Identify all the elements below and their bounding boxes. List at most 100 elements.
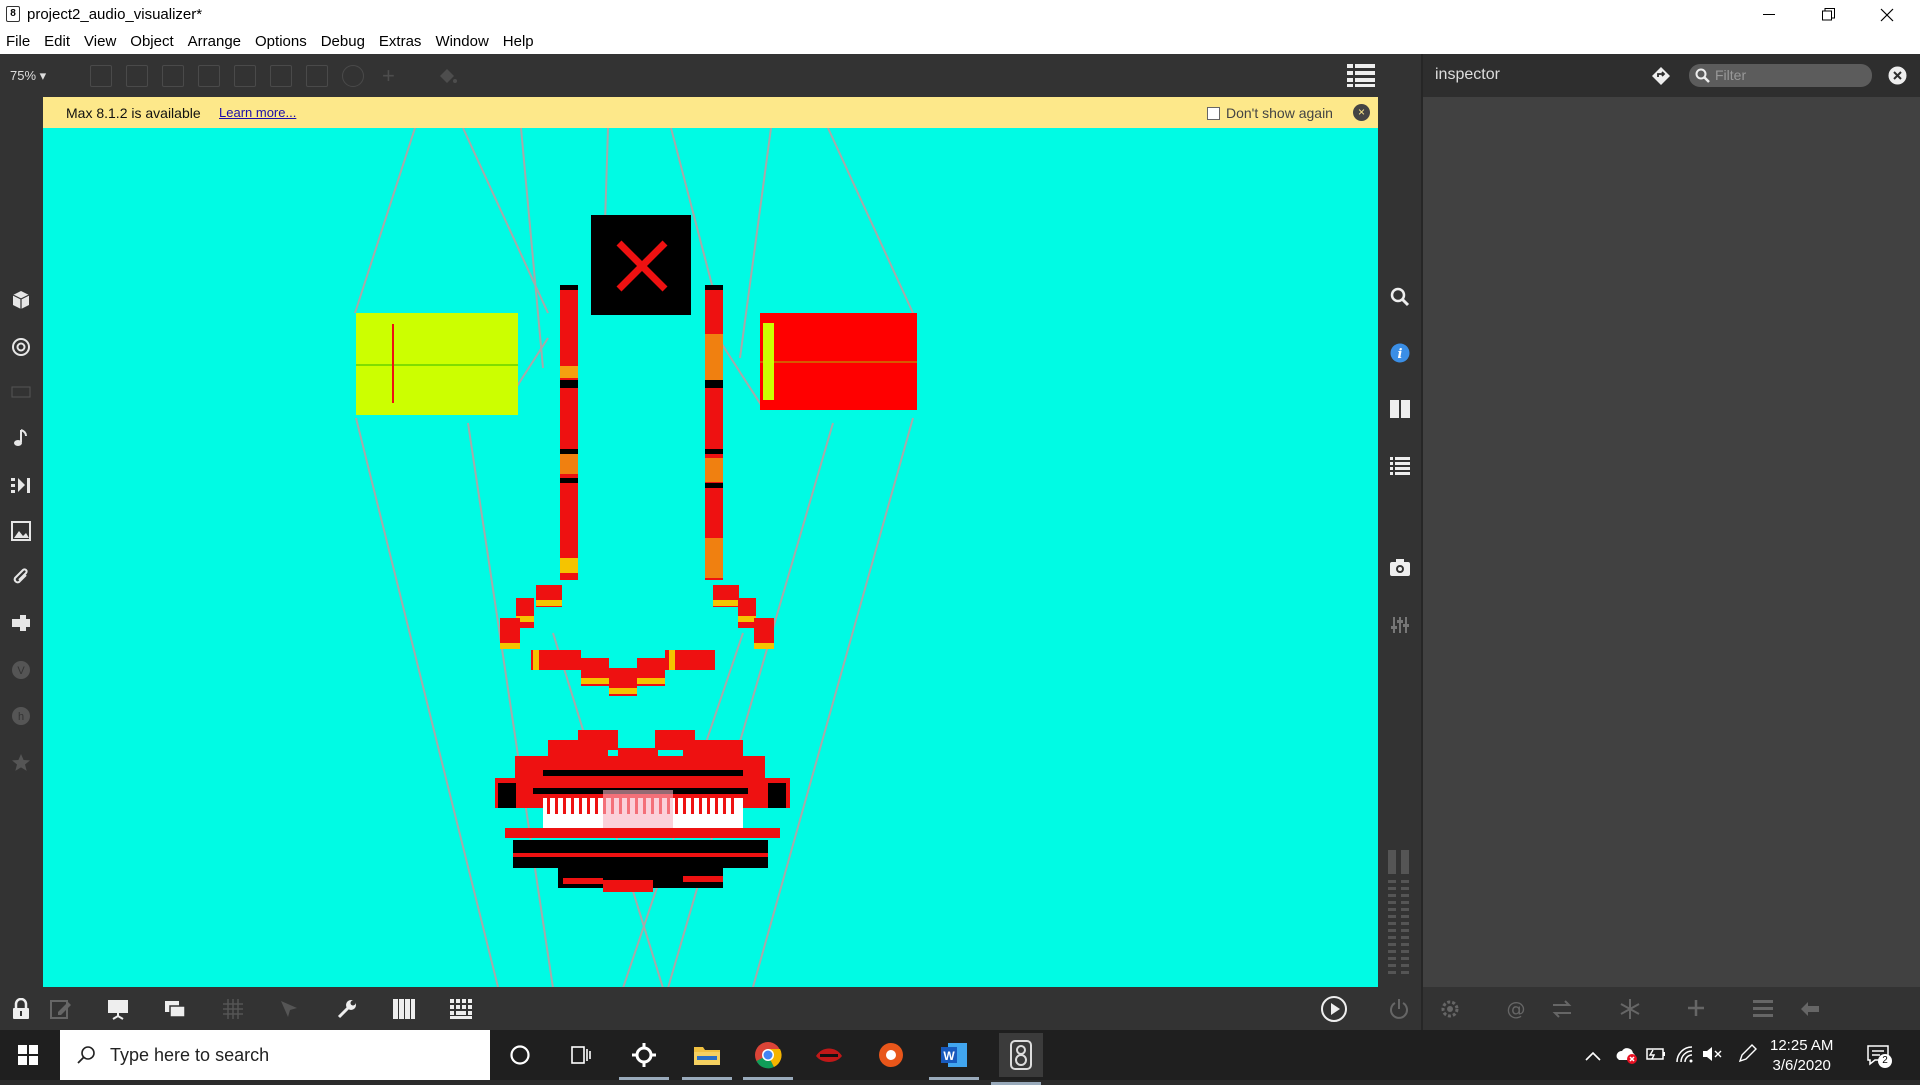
close-notification-button[interactable]: × — [1353, 104, 1370, 121]
learn-more-link[interactable]: Learn more... — [219, 105, 296, 120]
file-explorer-icon[interactable] — [682, 1038, 732, 1080]
dont-show-again-checkbox[interactable]: Don't show again — [1207, 105, 1333, 121]
taskbar-clock[interactable]: 12:25 AM 3/6/2020 — [1770, 1036, 1833, 1076]
taskbar-search-box[interactable]: Type here to search — [60, 1030, 490, 1080]
star-icon[interactable] — [9, 751, 33, 775]
target-icon[interactable] — [9, 335, 33, 359]
pen-icon[interactable] — [1737, 1044, 1757, 1069]
action-center-icon[interactable]: 2 — [1866, 1043, 1892, 1072]
message-box-icon[interactable] — [126, 65, 148, 87]
wrench-icon[interactable] — [336, 998, 358, 1025]
layers-icon[interactable] — [164, 998, 186, 1025]
comment-icon[interactable] — [162, 65, 184, 87]
update-message: Max 8.1.2 is available — [66, 105, 201, 121]
paint-bucket-icon[interactable] — [438, 67, 458, 90]
piano-icon[interactable] — [393, 999, 415, 1024]
windows-start-icon[interactable] — [18, 1045, 38, 1070]
volume-muted-icon[interactable] — [1702, 1045, 1722, 1068]
edit-icon[interactable] — [50, 998, 72, 1025]
cortana-icon[interactable] — [503, 1038, 537, 1072]
inspector-filter-input[interactable]: Filter — [1689, 64, 1872, 87]
menu-edit[interactable]: Edit — [44, 33, 70, 50]
onedrive-error-icon[interactable] — [1614, 1044, 1638, 1069]
mixer-icon[interactable] — [1390, 615, 1410, 640]
close-window-button[interactable] — [1858, 0, 1916, 29]
music-note-icon[interactable] — [9, 426, 33, 450]
lock-icon[interactable] — [12, 997, 30, 1025]
restore-button[interactable] — [1799, 0, 1857, 29]
menu-help[interactable]: Help — [503, 33, 534, 50]
number-object-icon[interactable] — [270, 65, 292, 87]
task-view-icon[interactable] — [563, 1038, 597, 1072]
menu-file[interactable]: File — [6, 33, 30, 50]
game-app-icon[interactable] — [812, 1038, 846, 1072]
patcher-list-icon[interactable] — [1347, 64, 1375, 88]
menu-extras[interactable]: Extras — [379, 33, 422, 50]
vst-icon[interactable]: V — [9, 658, 33, 682]
battery-icon[interactable] — [1644, 1046, 1666, 1067]
wifi-icon[interactable] — [1675, 1045, 1695, 1068]
columns-icon[interactable] — [1390, 400, 1410, 423]
menu-bar: File Edit View Object Arrange Options De… — [0, 29, 1920, 54]
pointer-icon[interactable] — [278, 998, 300, 1025]
tray-chevron-icon[interactable] — [1585, 1048, 1601, 1066]
recorder-app-icon[interactable] — [874, 1038, 908, 1072]
menu-object[interactable]: Object — [130, 33, 173, 50]
chrome-icon[interactable] — [743, 1038, 793, 1080]
inspector-nav-icon[interactable] — [1651, 66, 1671, 91]
left-level-meter — [560, 285, 578, 580]
image-icon[interactable] — [9, 519, 33, 543]
search-icon[interactable] — [1390, 287, 1410, 312]
back-icon[interactable] — [1799, 1000, 1821, 1023]
gear-icon[interactable] — [1439, 998, 1461, 1025]
plugin-icon[interactable] — [9, 611, 33, 635]
notification-count-badge: 2 — [1878, 1054, 1892, 1068]
zoom-dropdown[interactable]: 75% ▾ — [10, 68, 46, 84]
menu-debug[interactable]: Debug — [321, 33, 365, 50]
right-tool-strip: i — [1378, 97, 1421, 987]
menu-window[interactable]: Window — [435, 33, 488, 50]
menu-icon[interactable] — [1753, 1000, 1773, 1023]
svg-text:@: @ — [1507, 998, 1526, 1020]
mute-x-box — [591, 215, 691, 315]
checkbox-icon[interactable] — [1207, 106, 1220, 120]
grid-icon[interactable] — [222, 998, 244, 1025]
play-icon[interactable] — [1321, 996, 1347, 1027]
snowflake-icon[interactable] — [1619, 998, 1641, 1025]
dont-show-again-label: Don't show again — [1226, 105, 1333, 121]
camera-icon[interactable] — [1390, 559, 1410, 582]
clock-date: 3/6/2020 — [1772, 1057, 1831, 1074]
list-icon[interactable] — [1390, 457, 1410, 480]
button-object-icon[interactable] — [198, 65, 220, 87]
steelseries-icon[interactable] — [619, 1038, 669, 1080]
plus-icon[interactable] — [1686, 998, 1706, 1023]
object-box-icon[interactable] — [90, 65, 112, 87]
info-icon[interactable]: i — [1390, 343, 1410, 368]
word-icon[interactable]: W — [929, 1038, 979, 1080]
help-icon[interactable]: h — [9, 704, 33, 728]
slider-object-icon[interactable] — [306, 65, 328, 87]
max-taskbar-icon[interactable] — [991, 1033, 1043, 1085]
add-object-icon[interactable]: + — [382, 65, 395, 87]
swap-icon[interactable] — [1551, 998, 1573, 1025]
minimize-button[interactable] — [1740, 0, 1798, 29]
keyboard-icon[interactable] — [9, 380, 33, 404]
yellow-multislider — [356, 313, 518, 415]
max-app-icon: 8 — [6, 6, 20, 22]
inspector-bottom-toolbar: @ — [1421, 987, 1920, 1030]
patcher-canvas[interactable] — [43, 128, 1378, 987]
menu-view[interactable]: View — [84, 33, 116, 50]
presentation-icon[interactable] — [107, 998, 129, 1025]
keypad-icon[interactable] — [450, 999, 472, 1024]
dial-object-icon[interactable] — [342, 65, 364, 87]
close-inspector-button[interactable] — [1888, 66, 1907, 90]
menu-options[interactable]: Options — [255, 33, 307, 50]
power-icon[interactable] — [1389, 998, 1409, 1025]
toggle-object-icon[interactable] — [234, 65, 256, 87]
at-icon[interactable]: @ — [1505, 998, 1527, 1025]
menu-arrange[interactable]: Arrange — [188, 33, 241, 50]
svg-text:W: W — [943, 1049, 955, 1063]
paperclip-icon[interactable] — [9, 565, 33, 589]
cube-icon[interactable] — [9, 288, 33, 312]
sequence-icon[interactable] — [9, 473, 33, 497]
